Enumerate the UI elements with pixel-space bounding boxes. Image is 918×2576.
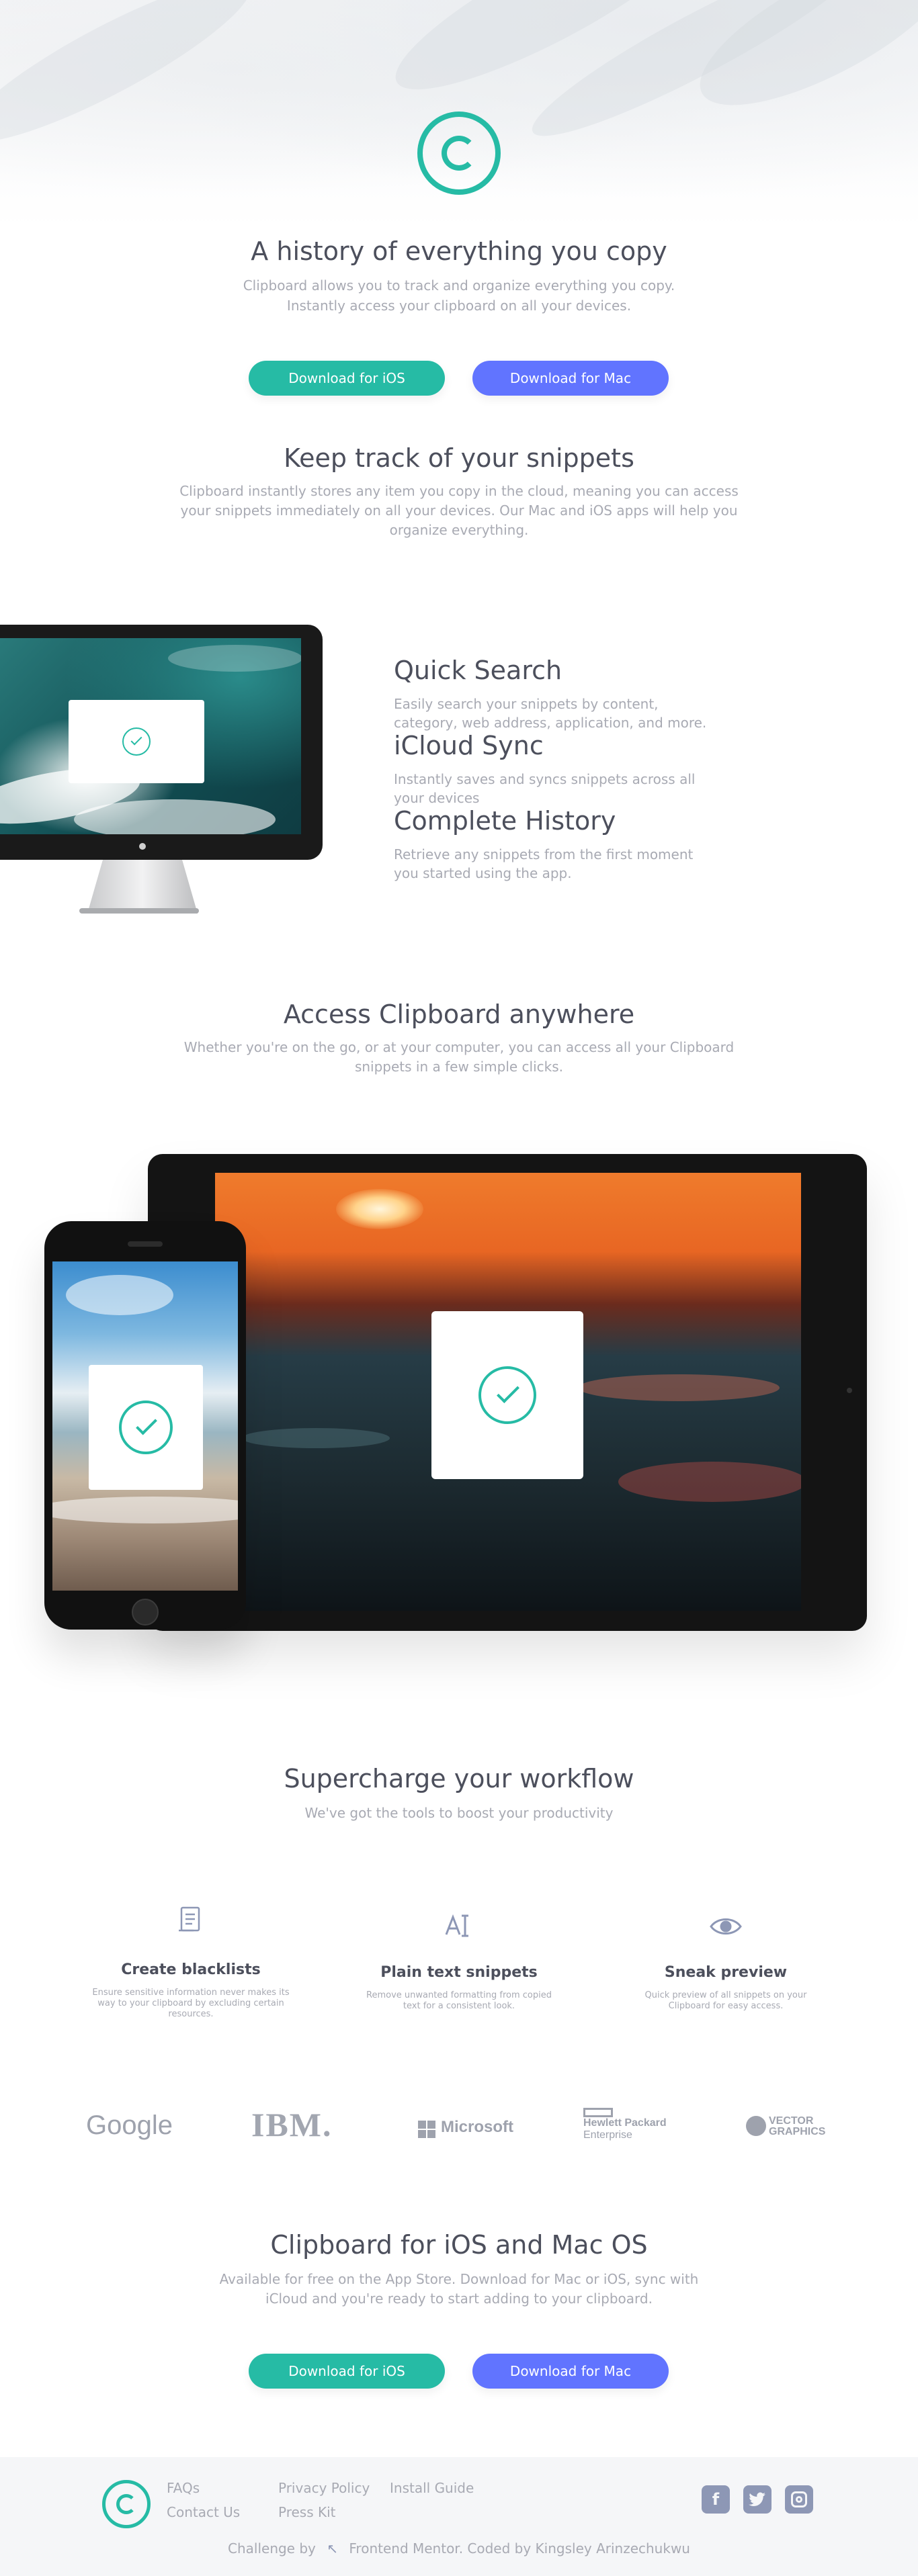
imac-device (0, 625, 323, 860)
footer-link-faqs[interactable]: FAQs (167, 2480, 200, 2496)
vector-graphics-circle-icon (746, 2116, 766, 2136)
cta-title: Clipboard for iOS and Mac OS (270, 2230, 648, 2260)
cta-download-mac-button[interactable]: Download for Mac (472, 2354, 669, 2389)
hpe-logo-line2: Enterprise (583, 2129, 632, 2141)
feature-title-quick-search: Quick Search (394, 656, 562, 685)
twitter-icon[interactable] (743, 2485, 771, 2514)
snippets-text-line2: your snippets immediately on all your de… (180, 502, 738, 519)
attribution-link[interactable]: Frontend Mentor. Coded by Kingsley Arinz… (349, 2540, 690, 2557)
clipboard-logo-icon (417, 112, 501, 195)
facebook-icon[interactable]: f (702, 2485, 730, 2514)
access-text-line1: Whether you're on the go, or at your com… (183, 1039, 735, 1055)
workflow-item-text-blacklists-3: resources. (168, 2009, 214, 2019)
blacklist-icon (173, 1902, 208, 1937)
google-logo: Google (86, 2111, 173, 2140)
imac-foot (79, 908, 199, 914)
footer-attribution: Challenge by ↖ Frontend Mentor. Coded by… (0, 2540, 918, 2557)
footer: FAQs Contact Us Privacy Policy Press Kit… (0, 2457, 918, 2576)
footer-logo-icon[interactable] (102, 2480, 151, 2528)
check-icon (122, 727, 151, 756)
feature-text-complete-history-1: Retrieve any snippets from the first mom… (394, 846, 694, 862)
imac-check-card (69, 700, 204, 783)
check-icon (478, 1366, 536, 1424)
hpe-logo: Hewlett Packard Enterprise (583, 2108, 667, 2141)
snippets-text-line1: Clipboard instantly stores any item you … (179, 483, 739, 499)
phone-home-button (132, 1599, 159, 1626)
eye-icon (708, 1909, 743, 1944)
hero-title: A history of everything you copy (251, 236, 667, 266)
imac-stand (87, 860, 198, 914)
hpe-rectangle-icon (583, 2108, 613, 2117)
hpe-logo-line1: Hewlett Packard (583, 2117, 667, 2129)
tablet-check-card (431, 1311, 583, 1479)
access-text-line2: snippets in a few simple clicks. (354, 1059, 564, 1075)
microsoft-logo-text: Microsoft (441, 2118, 513, 2136)
frontend-mentor-icon: ↖ (327, 2540, 339, 2557)
ibm-logo: IBM. (251, 2106, 333, 2143)
workflow-item-text-plain-text-1: Remove unwanted formatting from copied (366, 1990, 552, 2000)
footer-link-press[interactable]: Press Kit (278, 2504, 336, 2520)
hero-text-line1: Clipboard allows you to track and organi… (243, 277, 675, 294)
microsoft-windows-icon (418, 2121, 435, 2138)
workflow-item-text-sneak-preview-1: Quick preview of all snippets on your (644, 1990, 807, 2000)
workflow-title: Supercharge your workflow (284, 1764, 634, 1793)
footer-link-install[interactable]: Install Guide (390, 2480, 474, 2496)
phone-device (44, 1221, 246, 1630)
phone-screen (52, 1261, 238, 1591)
footer-link-privacy[interactable]: Privacy Policy (278, 2480, 370, 2496)
cta-text-line1: Available for free on the App Store. Dow… (219, 2271, 699, 2287)
download-ios-button[interactable]: Download for iOS (249, 361, 445, 396)
workflow-item-text-sneak-preview-2: Clipboard for easy access. (668, 2001, 784, 2011)
footer-link-contact[interactable]: Contact Us (167, 2504, 240, 2520)
feature-text-quick-search-2: category, web address, application, and … (394, 715, 707, 731)
workflow-item-title-blacklists: Create blacklists (121, 1961, 261, 1978)
feature-title-icloud-sync: iCloud Sync (394, 731, 544, 760)
phone-check-card (89, 1365, 203, 1490)
vector-graphics-logo: VECTOR GRAPHICS (746, 2116, 825, 2137)
check-icon (119, 1401, 173, 1454)
tablet-device (148, 1154, 867, 1631)
vector-graphics-line1: VECTOR (769, 2115, 814, 2127)
feature-text-icloud-sync-2: your devices (394, 790, 480, 806)
workflow-item-title-sneak-preview: Sneak preview (664, 1964, 788, 1981)
apple-logo-icon (139, 843, 146, 850)
cta-download-ios-button[interactable]: Download for iOS (249, 2354, 445, 2389)
feature-text-quick-search-1: Easily search your snippets by content, (394, 696, 659, 712)
workflow-subtitle: We've got the tools to boost your produc… (304, 1805, 614, 1821)
hero-text-line2: Instantly access your clipboard on all y… (286, 298, 632, 314)
feature-text-complete-history-2: you started using the app. (394, 865, 572, 881)
access-title: Access Clipboard anywhere (283, 1000, 635, 1029)
feature-text-icloud-sync-1: Instantly saves and syncs snippets acros… (394, 771, 696, 787)
vector-graphics-line2: GRAPHICS (769, 2126, 826, 2137)
cta-text-line2: iCloud and you're ready to start adding … (265, 2291, 653, 2307)
workflow-item-text-blacklists-1: Ensure sensitive information never makes… (92, 1988, 290, 1998)
download-mac-button[interactable]: Download for Mac (472, 361, 669, 396)
workflow-item-text-plain-text-2: text for a consistent look. (403, 2001, 515, 2011)
snippets-title: Keep track of your snippets (284, 443, 634, 473)
snippets-text-line3: organize everything. (389, 522, 529, 538)
feature-title-complete-history: Complete History (394, 806, 616, 836)
text-cursor-icon (441, 1909, 476, 1944)
instagram-icon[interactable] (785, 2485, 813, 2514)
workflow-item-title-plain-text: Plain text snippets (380, 1964, 538, 1981)
tablet-screen (215, 1173, 801, 1611)
attribution-prefix: Challenge by (228, 2540, 316, 2557)
workflow-item-text-blacklists-2: way to your clipboard by excluding certa… (97, 1998, 284, 2008)
imac-screen (0, 638, 301, 834)
microsoft-logo: Microsoft (418, 2118, 513, 2138)
